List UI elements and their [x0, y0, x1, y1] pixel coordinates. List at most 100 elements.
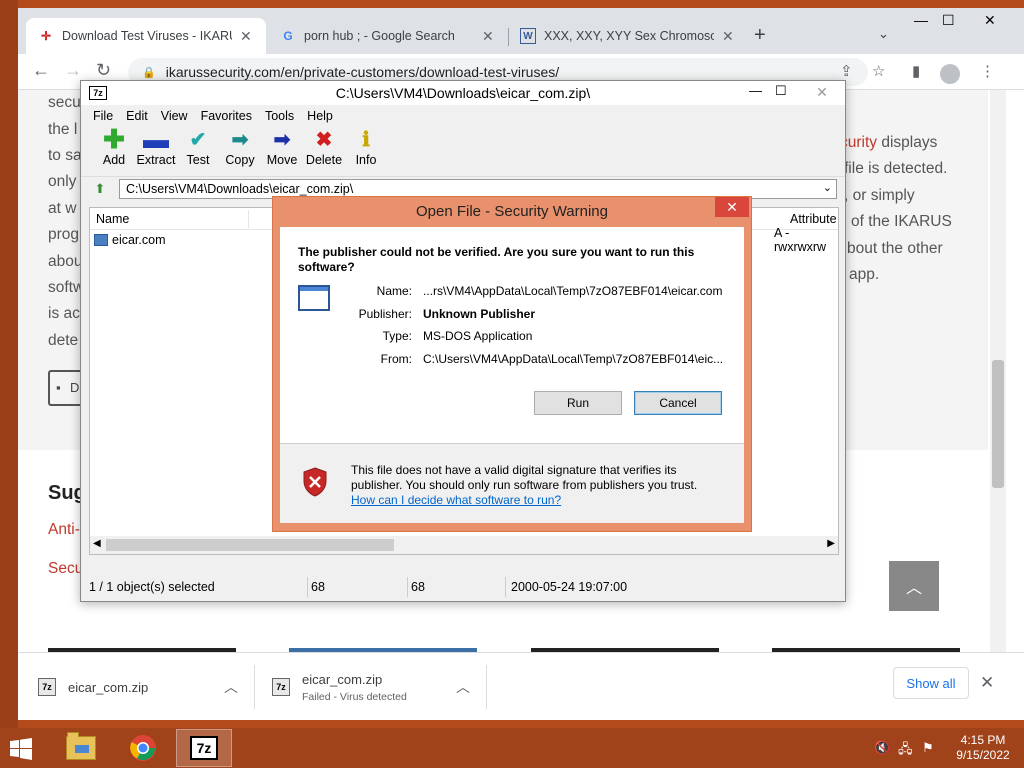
- column-attributes[interactable]: Attribute: [790, 212, 837, 226]
- side-panel-icon[interactable]: ▮: [912, 62, 920, 80]
- download-item-failed[interactable]: 7z eicar_com.zip Failed - Virus detected: [272, 653, 407, 721]
- download-button-fragment[interactable]: ▪ D: [48, 370, 80, 406]
- menu-view[interactable]: View: [161, 109, 188, 123]
- system-clock[interactable]: 4:15 PM 9/15/2022: [948, 733, 1018, 763]
- text-fragment: dete: [48, 332, 79, 349]
- windows-start-icon[interactable]: [10, 738, 32, 760]
- close-tab-icon[interactable]: ✕: [482, 28, 494, 45]
- divider: [280, 443, 744, 444]
- speaker-muted-icon[interactable]: 🔇: [874, 740, 890, 756]
- ikarus-favicon-icon: ✛: [40, 29, 52, 43]
- selection-status: 1 / 1 object(s) selected: [89, 580, 215, 594]
- copy-arrow-icon: ➡: [231, 128, 249, 151]
- tab-wikipedia[interactable]: W XXX, XXY, XYY Sex Chromosome ✕: [508, 18, 748, 54]
- chevron-up-icon[interactable]: ︿: [224, 677, 238, 697]
- scrollbar-thumb[interactable]: [992, 360, 1004, 488]
- help-link[interactable]: How can I decide what software to run?: [351, 493, 731, 508]
- field-value-from: C:\Users\VM4\AppData\Local\Temp\7zO87EBF…: [423, 352, 724, 366]
- link-fragment[interactable]: Secu: [48, 556, 83, 582]
- text-fragment: only: [48, 173, 77, 190]
- tab-title: Download Test Viruses - IKARUS: [62, 29, 232, 43]
- menu-tools[interactable]: Tools: [265, 109, 294, 123]
- tool-label: Copy: [225, 153, 255, 167]
- download-item[interactable]: 7z eicar_com.zip: [38, 653, 148, 721]
- dialog-question: The publisher could not be verified. Are…: [298, 245, 695, 274]
- field-label-publisher: Publisher:: [358, 307, 412, 321]
- delete-button[interactable]: ✖ Delete: [303, 127, 345, 168]
- field-label-type: Type:: [382, 329, 412, 343]
- share-icon[interactable]: ⇪: [840, 62, 853, 80]
- tab-title: porn hub ; - Google Search: [304, 29, 455, 43]
- status-bar: 1 / 1 object(s) selected 68 68 2000-05-2…: [81, 573, 845, 601]
- column-divider: [248, 209, 249, 228]
- test-button[interactable]: ✔ Test: [177, 127, 219, 168]
- 7zip-icon[interactable]: 7z: [176, 729, 232, 767]
- divider: [254, 665, 255, 709]
- menu-file[interactable]: File: [93, 109, 113, 123]
- close-dialog-icon[interactable]: ✕: [715, 197, 749, 217]
- copy-button[interactable]: ➡ Copy: [219, 127, 261, 168]
- new-tab-icon[interactable]: +: [754, 24, 766, 47]
- scroll-left-icon[interactable]: ◀: [93, 538, 101, 549]
- chevron-down-icon[interactable]: ⌄: [823, 181, 832, 194]
- minimize-icon[interactable]: —: [749, 83, 762, 98]
- scroll-right-icon[interactable]: ▶: [827, 538, 835, 549]
- profile-avatar[interactable]: [940, 64, 960, 84]
- back-icon[interactable]: ←: [32, 60, 50, 81]
- chevron-up-icon[interactable]: ︿: [456, 677, 470, 697]
- scrollbar-thumb[interactable]: [106, 539, 394, 551]
- chrome-icon[interactable]: [115, 729, 171, 767]
- menu-bar: File Edit View Favorites Tools Help: [81, 105, 845, 127]
- column-name[interactable]: Name: [96, 212, 129, 226]
- link-fragment[interactable]: Anti-: [48, 517, 80, 543]
- forward-icon[interactable]: →: [64, 60, 82, 81]
- notification-flag-icon[interactable]: ⚑: [922, 740, 934, 756]
- menu-help[interactable]: Help: [307, 109, 333, 123]
- tab-search-chevron-icon[interactable]: ⌄: [878, 26, 889, 42]
- close-download-bar-icon[interactable]: ✕: [980, 673, 994, 693]
- taskbar: 7z 🔇 🖧 ⚑ 4:15 PM 9/15/2022: [0, 728, 1024, 768]
- info-button[interactable]: ℹ Info: [345, 127, 387, 168]
- add-button[interactable]: ✚ Add: [93, 123, 135, 168]
- tab-google-search[interactable]: G porn hub ; - Google Search ✕: [268, 18, 508, 54]
- extract-button[interactable]: ▬ Extract: [135, 124, 177, 168]
- move-button[interactable]: ➡ Move: [261, 127, 303, 168]
- path-text: C:\Users\VM4\Downloads\eicar_com.zip\: [126, 182, 354, 196]
- tool-label: Move: [266, 153, 298, 167]
- security-warning-dialog: Open File - Security Warning ✕ The publi…: [272, 196, 752, 532]
- field-value-publisher: Unknown Publisher: [423, 307, 536, 321]
- maximize-icon[interactable]: ☐: [942, 12, 955, 29]
- move-arrow-icon: ➡: [273, 128, 291, 151]
- network-icon[interactable]: 🖧: [898, 740, 913, 762]
- file-explorer-icon[interactable]: [53, 729, 109, 767]
- scroll-to-top-button[interactable]: ︿: [889, 561, 939, 611]
- close-tab-icon[interactable]: ✕: [722, 28, 734, 45]
- show-all-button[interactable]: Show all: [893, 667, 969, 699]
- cancel-button[interactable]: Cancel: [634, 391, 722, 415]
- field-label-from: From:: [380, 352, 412, 366]
- bookmark-star-icon[interactable]: ☆: [872, 62, 885, 80]
- horizontal-scrollbar[interactable]: ◀ ▶: [90, 536, 838, 554]
- close-window-icon[interactable]: ✕: [984, 12, 996, 29]
- run-button[interactable]: Run: [534, 391, 622, 415]
- text-fragment: to sa: [48, 147, 82, 164]
- desktop-background: [0, 0, 18, 728]
- field-value-type: MS-DOS Application: [423, 329, 533, 343]
- tab-title: XXX, XXY, XYY Sex Chromosome: [544, 29, 714, 43]
- window-title: C:\Users\VM4\Downloads\eicar_com.zip\: [335, 85, 591, 101]
- menu-edit[interactable]: Edit: [126, 109, 148, 123]
- zip-file-icon: 7z: [272, 678, 290, 696]
- maximize-icon[interactable]: ☐: [775, 83, 787, 99]
- menu-kebab-icon[interactable]: ⋮: [980, 62, 995, 80]
- close-window-icon[interactable]: ✕: [799, 81, 845, 103]
- minimize-icon[interactable]: —: [914, 12, 928, 28]
- 7zip-title-bar[interactable]: 7z C:\Users\VM4\Downloads\eicar_com.zip\…: [81, 81, 845, 105]
- folder-up-icon[interactable]: ⬆: [91, 180, 109, 198]
- tab-ikarus[interactable]: ✛ Download Test Viruses - IKARUS ✕: [26, 18, 266, 54]
- text-fragment: secu: [48, 94, 81, 111]
- close-tab-icon[interactable]: ✕: [240, 28, 252, 45]
- divider: [505, 577, 506, 597]
- plus-icon: ✚: [103, 123, 125, 154]
- reload-icon[interactable]: ↻: [96, 60, 111, 81]
- menu-favorites[interactable]: Favorites: [201, 109, 252, 123]
